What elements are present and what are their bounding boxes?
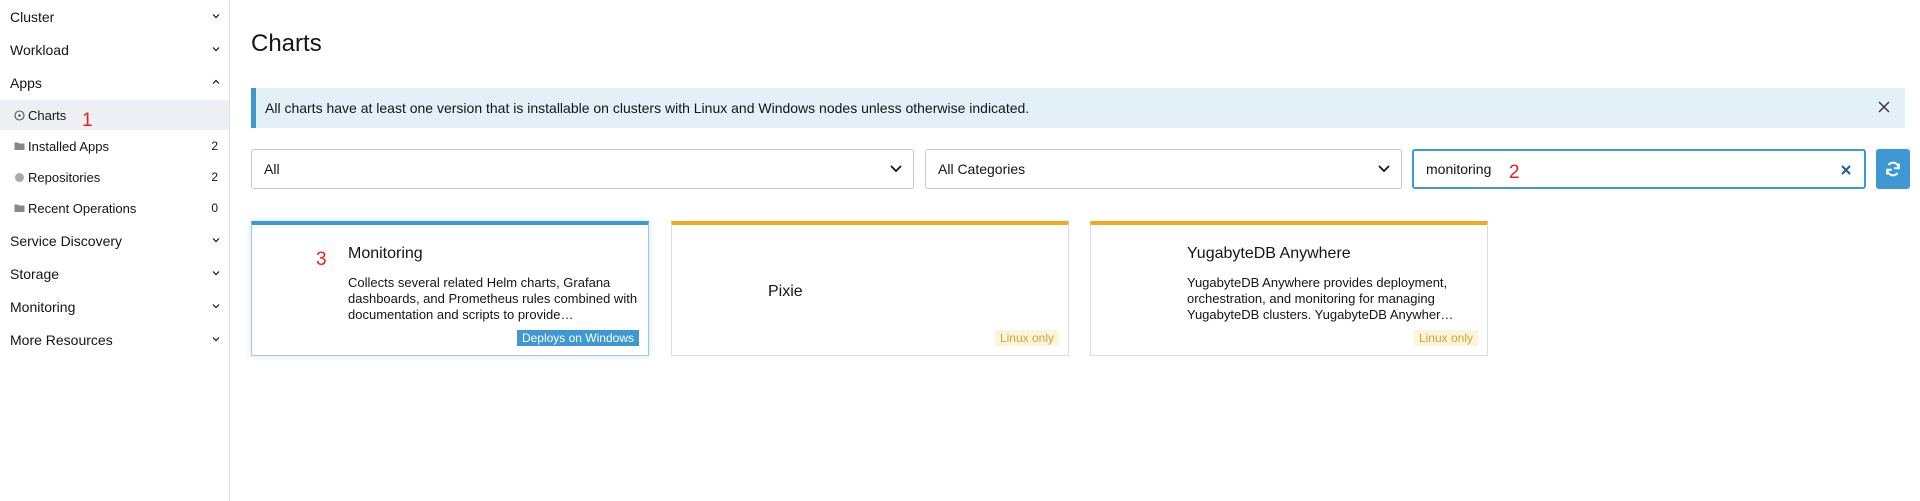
sidebar-item-label: Installed Apps (28, 138, 109, 154)
sidebar-group-label: Service Discovery (10, 233, 123, 249)
chevron-down-icon (890, 165, 902, 173)
sidebar-group-cluster[interactable]: Cluster (0, 2, 229, 32)
sidebar-item-label: Recent Operations (28, 200, 137, 216)
chart-card-monitoring[interactable]: Monitoring Collects several related Helm… (251, 221, 649, 356)
chevron-down-icon (212, 337, 220, 342)
circle-icon (14, 172, 25, 183)
sidebar-item-recent-operations[interactable]: Recent Operations 0 (0, 193, 229, 223)
sidebar-group-workload[interactable]: Workload (0, 35, 229, 65)
chevron-down-icon (212, 271, 220, 276)
info-banner-text: All charts have at least one version tha… (265, 100, 1030, 116)
chevron-down-icon (212, 14, 220, 19)
repository-select-value: All (264, 161, 280, 177)
chart-card-description: YugabyteDB Anywhere provides deployment,… (1187, 275, 1454, 322)
repository-select[interactable]: All (251, 149, 914, 189)
close-icon[interactable] (1877, 100, 1891, 114)
chevron-down-icon (212, 238, 220, 243)
sidebar-item-charts[interactable]: Charts (0, 100, 229, 130)
chart-card-yugabytedb-anywhere[interactable]: YugabyteDB Anywhere YugabyteDB Anywhere … (1090, 221, 1488, 356)
search-input[interactable] (1426, 159, 1826, 179)
sidebar-item-count: 2 (211, 139, 218, 153)
chart-card-badge: Linux only (994, 330, 1059, 346)
annotation-marker-2: 2 (1509, 162, 1520, 183)
refresh-button[interactable] (1876, 149, 1910, 189)
refresh-icon (1886, 161, 1900, 177)
sidebar-item-installed-apps[interactable]: Installed Apps 2 (0, 131, 229, 161)
chart-card-description: Collects several related Helm charts, Gr… (348, 275, 638, 322)
chevron-up-icon (212, 79, 220, 84)
sidebar-item-count: 2 (211, 170, 218, 184)
chart-card-title: Monitoring (348, 245, 423, 262)
chevron-down-icon (1378, 165, 1390, 173)
category-select-value: All Categories (938, 161, 1026, 177)
chevron-down-icon (212, 47, 220, 52)
chart-card-badge: Deploys on Windows (516, 330, 639, 346)
clear-search-icon[interactable] (1840, 164, 1852, 176)
compass-icon (14, 109, 25, 121)
category-select[interactable]: All Categories (925, 149, 1402, 189)
info-banner: All charts have at least one version tha… (251, 88, 1905, 128)
sidebar-group-monitoring[interactable]: Monitoring (0, 292, 229, 322)
chevron-down-icon (212, 304, 220, 309)
chart-card-title: Pixie (768, 283, 803, 300)
sidebar-item-repositories[interactable]: Repositories 2 (0, 162, 229, 192)
sidebar-item-label: Repositories (28, 169, 101, 185)
sidebar-item-count: 0 (211, 201, 218, 215)
chart-card-pixie[interactable]: Pixie Linux only (671, 221, 1069, 356)
sidebar-group-service-discovery[interactable]: Service Discovery (0, 226, 229, 256)
search-box (1412, 149, 1866, 189)
sidebar-item-label: Charts (28, 107, 67, 123)
sidebar-group-label: Cluster (10, 9, 55, 25)
sidebar-group-label: Workload (10, 42, 69, 58)
sidebar-group-apps[interactable]: Apps (0, 68, 229, 98)
folder-icon (14, 203, 25, 214)
annotation-marker-1: 1 (82, 110, 93, 131)
sidebar-group-label: Apps (10, 75, 42, 91)
sidebar-group-storage[interactable]: Storage (0, 259, 229, 289)
chart-card-badge: Linux only (1413, 330, 1478, 346)
annotation-marker-3: 3 (316, 249, 327, 270)
folder-icon (14, 141, 25, 152)
sidebar-group-label: More Resources (10, 332, 113, 348)
sidebar-group-label: Monitoring (10, 299, 76, 315)
chart-card-title: YugabyteDB Anywhere (1187, 245, 1351, 262)
sidebar-group-label: Storage (10, 266, 60, 282)
page-title: Charts (251, 30, 322, 57)
sidebar-group-more-resources[interactable]: More Resources (0, 325, 229, 355)
sidebar: Cluster Workload Apps Charts Installed A… (0, 0, 230, 501)
